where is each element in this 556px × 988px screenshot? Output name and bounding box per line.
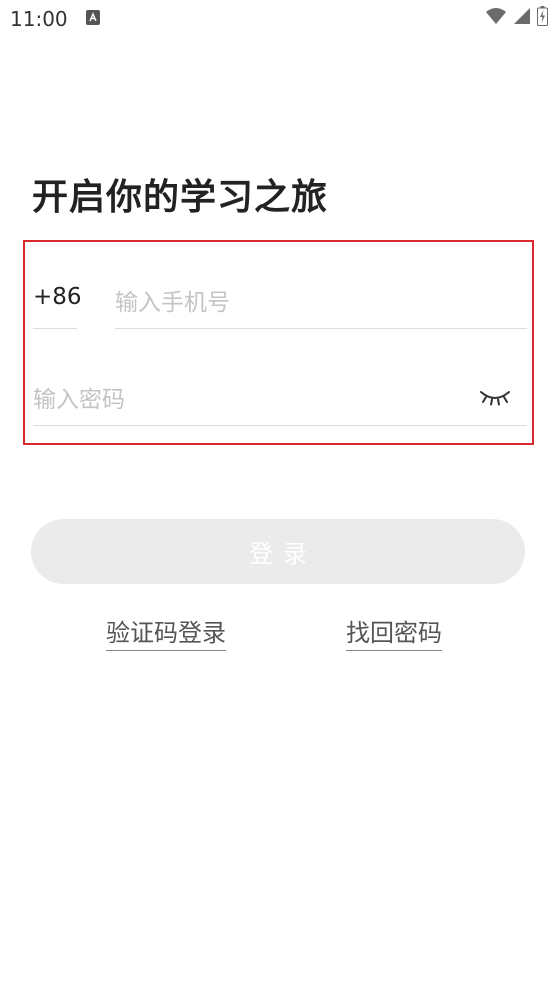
- login-form: +86: [23, 240, 534, 445]
- phone-input[interactable]: [115, 278, 527, 329]
- page-title: 开启你的学习之旅: [32, 177, 329, 219]
- forgot-password-link[interactable]: 找回密码: [346, 616, 442, 651]
- country-code-selector[interactable]: +86: [33, 282, 82, 312]
- login-button[interactable]: 登录: [31, 519, 525, 584]
- status-time: 11:00: [10, 7, 68, 31]
- sms-login-link[interactable]: 验证码登录: [106, 616, 226, 651]
- battery-icon: [537, 6, 548, 30]
- country-code-underline: [33, 328, 77, 329]
- wifi-icon: [485, 7, 507, 29]
- notification-a-icon: [86, 10, 100, 25]
- signal-icon: [513, 7, 531, 29]
- password-input[interactable]: [33, 375, 527, 426]
- eye-closed-icon[interactable]: [477, 382, 513, 410]
- status-icons: [485, 6, 548, 30]
- status-bar: 11:00: [0, 0, 556, 38]
